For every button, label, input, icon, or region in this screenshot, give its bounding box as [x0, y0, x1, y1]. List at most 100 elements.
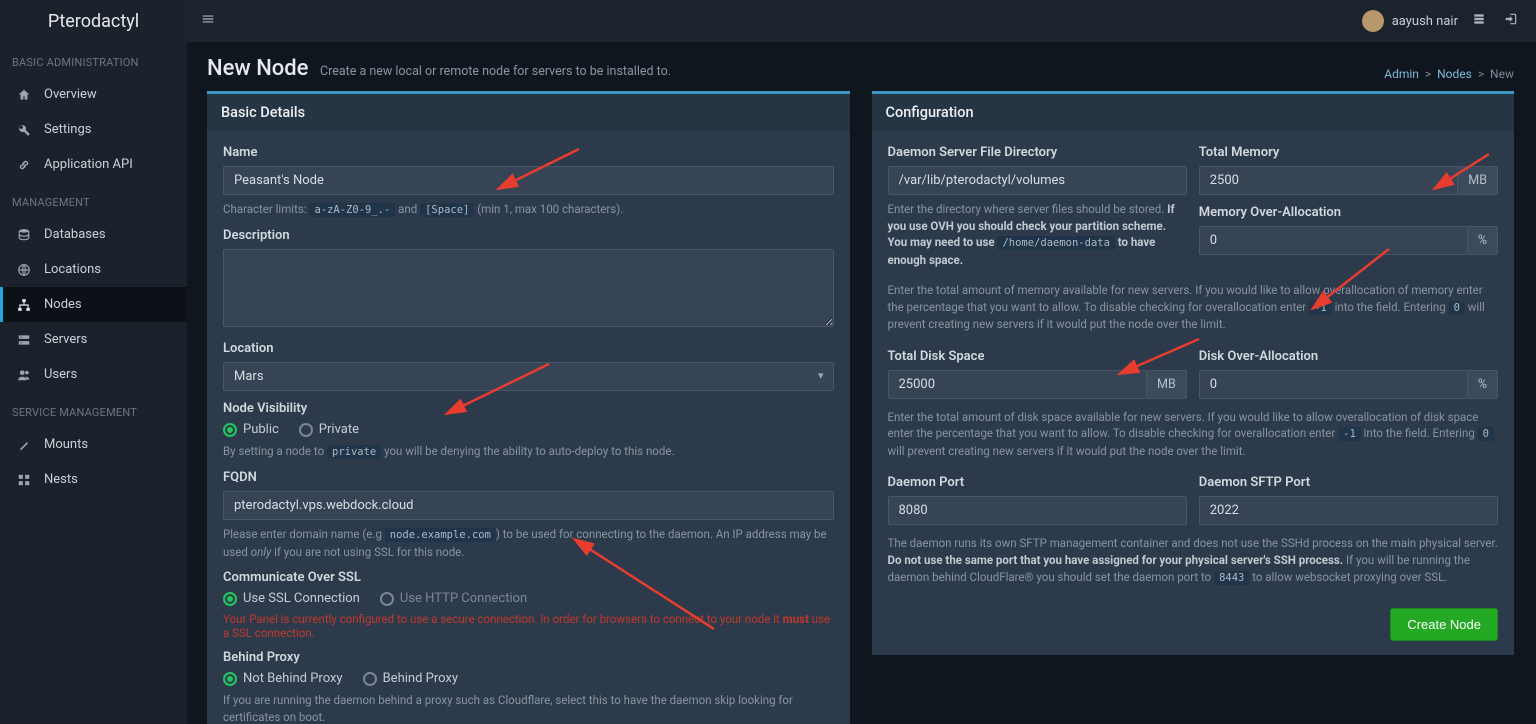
page-subtitle: Create a new local or remote node for se… [320, 64, 671, 79]
users-icon [16, 367, 32, 383]
ssl-use-radio[interactable]: Use SSL Connection [223, 591, 360, 606]
name-label: Name [223, 145, 834, 160]
memover-unit: % [1468, 226, 1498, 255]
disk-unit: MB [1147, 370, 1187, 399]
sidebar-item-databases[interactable]: Databases [0, 217, 187, 252]
memory-label: Total Memory [1199, 145, 1498, 160]
memory-unit: MB [1458, 166, 1498, 195]
disk-help: Enter the total amount of disk space ava… [888, 409, 1499, 460]
fqdn-label: FQDN [223, 470, 834, 485]
radio-icon [223, 592, 237, 606]
sidebar-section-label: SERVICE MANAGEMENT [0, 392, 187, 427]
proxy-help: If you are running the daemon behind a p… [223, 692, 834, 724]
panel-basic-title: Basic Details [207, 94, 850, 131]
sidebar-item-label: Servers [44, 332, 87, 347]
create-node-button[interactable]: Create Node [1390, 608, 1498, 641]
sidebar-section-label: BASIC ADMINISTRATION [0, 42, 187, 77]
description-textarea[interactable] [223, 249, 834, 327]
daemon-port-input[interactable] [888, 496, 1187, 525]
visibility-private-radio[interactable]: Private [299, 422, 359, 437]
memover-input[interactable] [1199, 226, 1468, 255]
ssl-label: Communicate Over SSL [223, 570, 834, 585]
panel-configuration: Configuration Daemon Server File Directo… [872, 91, 1515, 655]
server-icon [16, 332, 32, 348]
ssl-warning: Your Panel is currently configured to us… [223, 612, 834, 640]
brand-logo: Pterodactyl [0, 0, 187, 42]
radio-icon [380, 592, 394, 606]
proxy-label: Behind Proxy [223, 650, 834, 665]
location-select[interactable]: Mars [223, 362, 834, 391]
breadcrumb-admin[interactable]: Admin [1384, 67, 1419, 81]
sidebar-item-settings[interactable]: Settings [0, 112, 187, 147]
sidebar-item-appapi[interactable]: Application API [0, 147, 187, 182]
directory-help: Enter the directory where server files s… [888, 201, 1187, 268]
diskover-label: Disk Over-Allocation [1199, 349, 1498, 364]
breadcrumb: Admin > Nodes > New [1384, 67, 1514, 81]
sidebar-item-nodes[interactable]: Nodes [0, 287, 187, 322]
sitemap-icon [16, 297, 32, 313]
magic-icon [16, 437, 32, 453]
user-name: aayush nair [1392, 14, 1458, 29]
wrench-icon [16, 122, 32, 138]
location-label: Location [223, 341, 834, 356]
daemon-port-label: Daemon Port [888, 475, 1187, 490]
breadcrumb-current: New [1490, 67, 1514, 81]
radio-icon [363, 672, 377, 686]
sidebar-item-nests[interactable]: Nests [0, 462, 187, 497]
memory-input[interactable] [1199, 166, 1459, 195]
sftp-port-label: Daemon SFTP Port [1199, 475, 1498, 490]
directory-label: Daemon Server File Directory [888, 145, 1187, 160]
home-icon [16, 87, 32, 103]
sidebar-item-users[interactable]: Users [0, 357, 187, 392]
diskover-input[interactable] [1199, 370, 1468, 399]
user-menu[interactable]: aayush nair [1362, 10, 1458, 32]
radio-icon [299, 423, 313, 437]
visibility-label: Node Visibility [223, 401, 834, 416]
proxy-no-radio[interactable]: Not Behind Proxy [223, 671, 343, 686]
name-help: Character limits: a-zA-Z0-9_.- and [Spac… [223, 201, 834, 218]
diskover-unit: % [1468, 370, 1498, 399]
page-title: New Node Create a new local or remote no… [207, 56, 671, 81]
sidebar-item-label: Nests [44, 472, 78, 487]
database-icon [16, 227, 32, 243]
description-label: Description [223, 228, 834, 243]
sidebar: Pterodactyl BASIC ADMINISTRATION Overview… [0, 0, 187, 724]
sidebar-item-servers[interactable]: Servers [0, 322, 187, 357]
avatar-icon [1362, 10, 1384, 32]
disk-input[interactable] [888, 370, 1148, 399]
name-input[interactable] [223, 166, 834, 195]
radio-icon [223, 423, 237, 437]
sidebar-item-label: Overview [44, 87, 97, 102]
sidebar-item-label: Databases [44, 227, 106, 242]
sidebar-item-label: Settings [44, 122, 91, 137]
sidebar-item-label: Mounts [44, 437, 88, 452]
sidebar-item-label: Users [44, 367, 77, 382]
sidebar-item-overview[interactable]: Overview [0, 77, 187, 112]
directory-input[interactable] [888, 166, 1187, 195]
panel-basic-details: Basic Details Name Character limits: a-z… [207, 91, 850, 724]
sidebar-item-label: Locations [44, 262, 101, 277]
sidebar-item-locations[interactable]: Locations [0, 252, 187, 287]
memory-help: Enter the total amount of memory availab… [888, 282, 1499, 333]
sidebar-section-label: MANAGEMENT [0, 182, 187, 217]
ssl-http-radio[interactable]: Use HTTP Connection [380, 591, 527, 606]
link-icon [16, 157, 32, 173]
fqdn-help: Please enter domain name (e.g node.examp… [223, 526, 834, 560]
panel-config-title: Configuration [872, 94, 1515, 131]
exit-admin-icon[interactable] [1468, 8, 1490, 34]
fqdn-input[interactable] [223, 491, 834, 520]
proxy-yes-radio[interactable]: Behind Proxy [363, 671, 458, 686]
radio-icon [223, 672, 237, 686]
sidebar-item-mounts[interactable]: Mounts [0, 427, 187, 462]
breadcrumb-nodes[interactable]: Nodes [1437, 67, 1472, 81]
sftp-port-input[interactable] [1199, 496, 1498, 525]
visibility-public-radio[interactable]: Public [223, 422, 279, 437]
sign-out-icon[interactable] [1500, 8, 1522, 34]
sidebar-item-label: Nodes [44, 297, 82, 312]
menu-toggle-icon[interactable] [201, 12, 215, 30]
th-icon [16, 472, 32, 488]
topbar: aayush nair [187, 0, 1536, 42]
sidebar-item-label: Application API [44, 157, 133, 172]
globe-icon [16, 262, 32, 278]
visibility-help: By setting a node to private you will be… [223, 443, 834, 460]
